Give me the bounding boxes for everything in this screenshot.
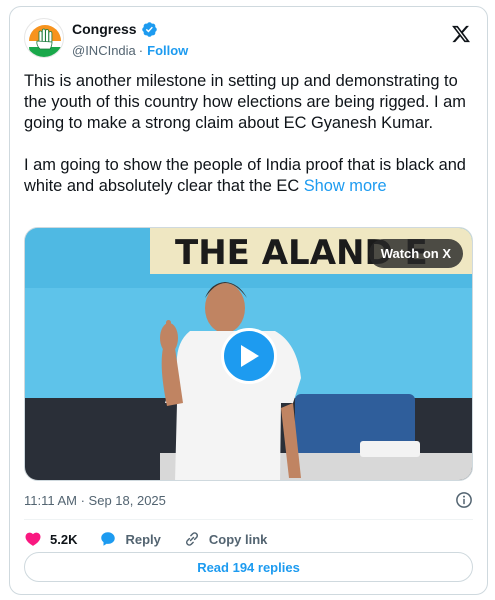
reply-label: Reply: [125, 531, 161, 547]
copy-link-button[interactable]: Copy link: [183, 530, 268, 548]
reply-button[interactable]: Reply: [99, 530, 161, 548]
show-more-link[interactable]: Show more: [304, 177, 387, 195]
follow-button[interactable]: Follow: [147, 43, 188, 58]
avatar[interactable]: [24, 18, 64, 58]
watch-on-x-button[interactable]: Watch on X: [368, 239, 463, 268]
play-button[interactable]: [221, 328, 277, 384]
post-timestamp[interactable]: 11:11 AM · Sep 18, 2025: [24, 491, 166, 509]
divider: [24, 519, 473, 520]
info-icon[interactable]: [455, 491, 473, 509]
account-handle[interactable]: @INCIndia: [72, 43, 136, 58]
action-bar: 5.2K Reply Copy link: [24, 527, 289, 551]
tweet-header: Congress @INCIndia · Follow: [24, 18, 473, 62]
separator-dot: ·: [138, 42, 144, 58]
reply-bubble-icon: [101, 532, 116, 546]
play-icon: [241, 345, 259, 367]
copy-link-label: Copy link: [208, 531, 268, 547]
tweet-paragraph-1: This is another milestone in setting up …: [24, 72, 466, 132]
link-icon: [185, 532, 198, 546]
verified-badge-icon: [141, 21, 157, 37]
tweet-card: Congress @INCIndia · Follow This is anot…: [9, 6, 488, 595]
account-name[interactable]: Congress: [72, 21, 137, 37]
read-replies-button[interactable]: Read 194 replies: [24, 552, 473, 582]
tweet-paragraph-2-text: I am going to show the people of India p…: [24, 156, 466, 195]
tweet-paragraph-2: I am going to show the people of India p…: [24, 155, 479, 197]
like-count: 5.2K: [50, 531, 78, 547]
like-button[interactable]: 5.2K: [24, 530, 77, 548]
video-thumbnail[interactable]: THE ALAND E Watch on X: [24, 227, 473, 481]
x-logo-icon[interactable]: [451, 24, 471, 44]
account-names: Congress @INCIndia · Follow: [72, 20, 188, 58]
heart-icon: [25, 532, 41, 546]
congress-hand-logo: [29, 25, 61, 57]
tweet-text: This is another milestone in setting up …: [24, 71, 479, 197]
